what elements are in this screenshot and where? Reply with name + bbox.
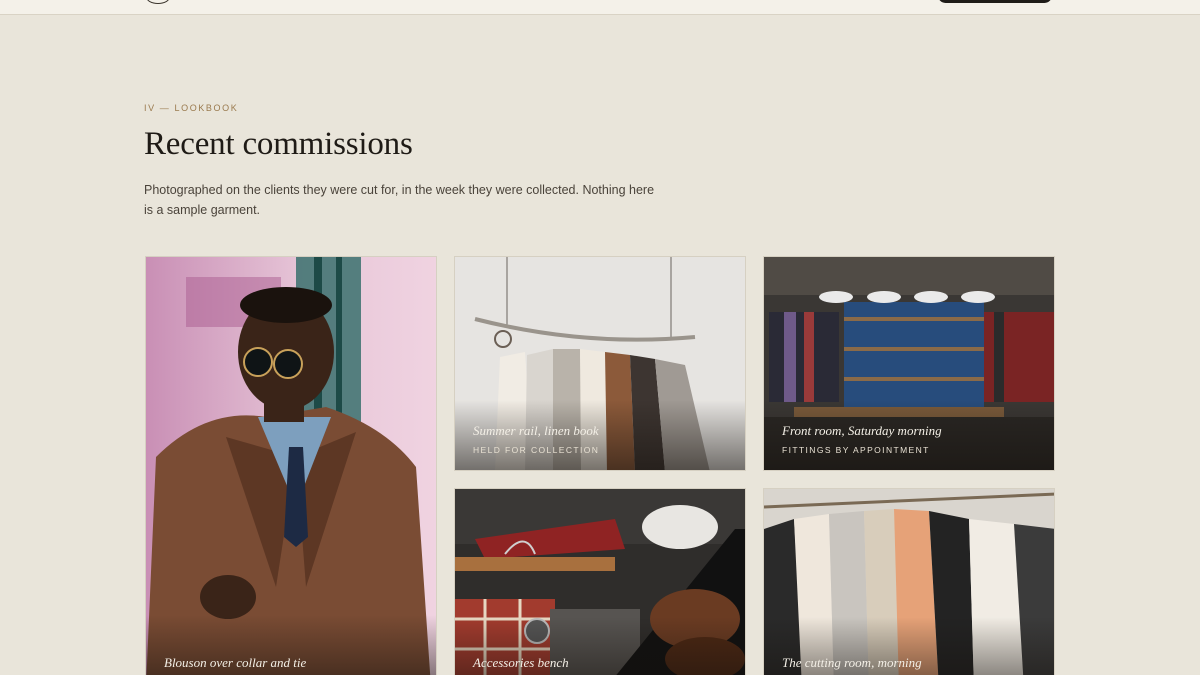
tile-caption-title: Summer rail, linen book [473, 423, 599, 438]
lookbook-tile-summer-rail[interactable]: Summer rail, linen book HELD FOR COLLECT… [454, 256, 746, 471]
lookbook-tile-blouson[interactable]: Blouson over collar and tie [145, 256, 437, 675]
header-cta-button[interactable] [938, 0, 1052, 3]
tile-caption-title: Blouson over collar and tie [164, 655, 307, 670]
section-title: Recent commissions [144, 126, 413, 162]
tile-caption-title: Accessories bench [473, 655, 569, 670]
lookbook-tile-front-room[interactable]: Front room, Saturday morning FITTINGS BY… [763, 256, 1055, 471]
lookbook-tile-accessories[interactable]: Accessories bench [454, 488, 746, 675]
lookbook-tile-cutting-room[interactable]: The cutting room, morning [763, 488, 1055, 675]
lookbook-photo-portrait [146, 257, 436, 675]
section-intro: Photographed on the clients they were cu… [144, 183, 655, 217]
tile-caption-subtitle: FITTINGS BY APPOINTMENT [782, 445, 930, 455]
tile-caption-title: The cutting room, morning [782, 655, 922, 670]
monogram-circle-icon[interactable] [146, 0, 170, 4]
tile-caption-title: Front room, Saturday morning [782, 423, 942, 438]
section-eyebrow: IV — LOOKBOOK [144, 103, 239, 113]
top-navigation-bar [0, 0, 1200, 15]
tile-caption-subtitle: HELD FOR COLLECTION [473, 445, 600, 455]
